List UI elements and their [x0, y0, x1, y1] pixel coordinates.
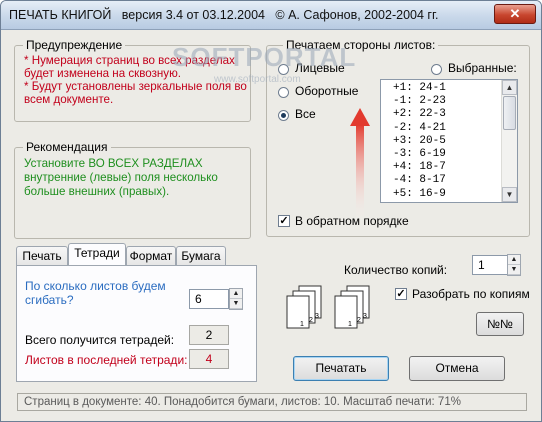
sheet-list-item[interactable]: -2: 4-21	[381, 122, 517, 135]
recommendation-line-1: Установите ВО ВСЕХ РАЗДЕЛАХ	[24, 157, 203, 170]
warning-title: Предупреждение	[23, 38, 126, 52]
collate-checkbox[interactable]: ✓	[395, 288, 407, 300]
cancel-button[interactable]: Отмена	[409, 356, 505, 381]
collate-label[interactable]: Разобрать по копиям	[412, 287, 530, 301]
title-bar: ПЕЧАТЬ КНИГОЙ версия 3.4 от 03.12.2004 ©…	[1, 1, 541, 30]
reverse-order-checkbox[interactable]: ✓	[278, 215, 290, 227]
recommendation-title: Рекомендация	[23, 140, 111, 154]
close-button[interactable]: ✕	[494, 4, 536, 24]
copies-input[interactable]: 1	[472, 255, 508, 275]
collate-illustration-icon: 1 2 3 1 2 3	[286, 285, 370, 329]
radio-all-label[interactable]: Все	[295, 107, 316, 121]
stack-2-page-2: 2	[357, 317, 361, 324]
last-notebook-label: Листов в последней тетради:	[25, 353, 188, 367]
tab-paper[interactable]: Бумага	[176, 246, 226, 265]
tab-print[interactable]: Печать	[16, 246, 68, 265]
sides-group: Печатаем стороны листов: Лицевые Оборотн…	[266, 38, 530, 237]
list-scrollbar[interactable]: ▲ ▼	[501, 80, 517, 202]
sheet-list-item[interactable]: +2: 22-3	[381, 108, 517, 121]
watermark-logo: SOFTPORTAL	[172, 42, 357, 72]
radio-back-label[interactable]: Оборотные	[295, 84, 358, 98]
sheet-list-item[interactable]: +5: 16-9	[381, 188, 517, 201]
fold-sheets-input[interactable]: 6	[189, 289, 229, 309]
tab-notebooks[interactable]: Тетради	[68, 243, 126, 265]
copies-down-icon[interactable]: ▼	[508, 265, 520, 275]
sheet-list-item[interactable]: -3: 6-19	[381, 148, 517, 161]
fold-question-line-1: По сколько листов будем	[25, 279, 166, 293]
sheets-list: +1: 24-1 -1: 2-23 +2: 22-3 -2: 4-21 +3: 20-5…	[381, 80, 517, 201]
sheet-list-item[interactable]: +3: 20-5	[381, 135, 517, 148]
window-title: ПЕЧАТЬ КНИГОЙ версия 3.4 от 03.12.2004 ©…	[9, 8, 439, 22]
copies-up-icon[interactable]: ▲	[508, 255, 520, 265]
total-notebooks-value: 2	[189, 325, 229, 345]
warning-line-2: будет изменена на сквозную.	[24, 67, 182, 80]
last-notebook-value: 4	[189, 349, 229, 369]
radio-selected-label[interactable]: Выбранные:	[448, 61, 517, 75]
dialog-body: Предупреждение * Нумерация страниц во вс…	[4, 30, 538, 418]
sheets-listbox[interactable]: +1: 24-1 -1: 2-23 +2: 22-3 -2: 4-21 +3: 20-5…	[380, 79, 518, 203]
recommendation-line-3: больше внешних (правых).	[24, 185, 170, 198]
print-button[interactable]: Печатать	[293, 356, 389, 381]
numbers-button[interactable]: №№	[476, 312, 524, 336]
stack-2-page-1: 1	[348, 321, 352, 328]
watermark-url: www.softportal.com	[214, 74, 301, 85]
up-arrow-icon	[350, 108, 370, 224]
stack-2-page-3: 3	[363, 313, 367, 320]
main-window: ПЕЧАТЬ КНИГОЙ версия 3.4 от 03.12.2004 ©…	[0, 0, 542, 422]
stack-1-page-1: 1	[300, 321, 304, 328]
copies-spinner[interactable]: ▲ ▼	[507, 254, 521, 276]
recommendation-group: Рекомендация Установите ВО ВСЕХ РАЗДЕЛАХ…	[14, 140, 251, 239]
scroll-down-button[interactable]: ▼	[502, 187, 517, 202]
radio-selected[interactable]	[431, 64, 442, 75]
stack-1-page-2: 2	[309, 317, 313, 324]
copies-label: Количество копий:	[344, 263, 448, 277]
sheet-list-item[interactable]: -4: 8-17	[381, 174, 517, 187]
scroll-up-button[interactable]: ▲	[502, 80, 517, 95]
reverse-order-label[interactable]: В обратном порядке	[295, 214, 409, 228]
spin-up-icon[interactable]: ▲	[230, 289, 242, 299]
stack-1-page-3: 3	[315, 313, 319, 320]
sheet-list-item[interactable]: -1: 2-23	[381, 95, 517, 108]
status-bar: Страниц в документе: 40. Понадобится бум…	[17, 393, 527, 411]
radio-all[interactable]	[278, 110, 289, 121]
radio-back[interactable]	[278, 87, 289, 98]
sheet-list-item[interactable]: +4: 18-7	[381, 161, 517, 174]
fold-question-line-2: сгибать?	[25, 293, 74, 307]
recommendation-line-2: внутренние (левые) поля несколько	[24, 171, 218, 184]
spin-down-icon[interactable]: ▼	[230, 299, 242, 309]
notebooks-panel: По сколько листов будем сгибать? 6 ▲ ▼ В…	[16, 265, 257, 382]
tab-format[interactable]: Формат	[126, 246, 176, 265]
scroll-thumb[interactable]	[503, 96, 516, 130]
fold-sheets-spinner[interactable]: ▲ ▼	[229, 288, 243, 310]
sheet-list-item[interactable]: +1: 24-1	[381, 82, 517, 95]
total-notebooks-label: Всего получится тетрадей:	[25, 333, 175, 347]
warning-line-4: всем документе.	[24, 93, 114, 106]
